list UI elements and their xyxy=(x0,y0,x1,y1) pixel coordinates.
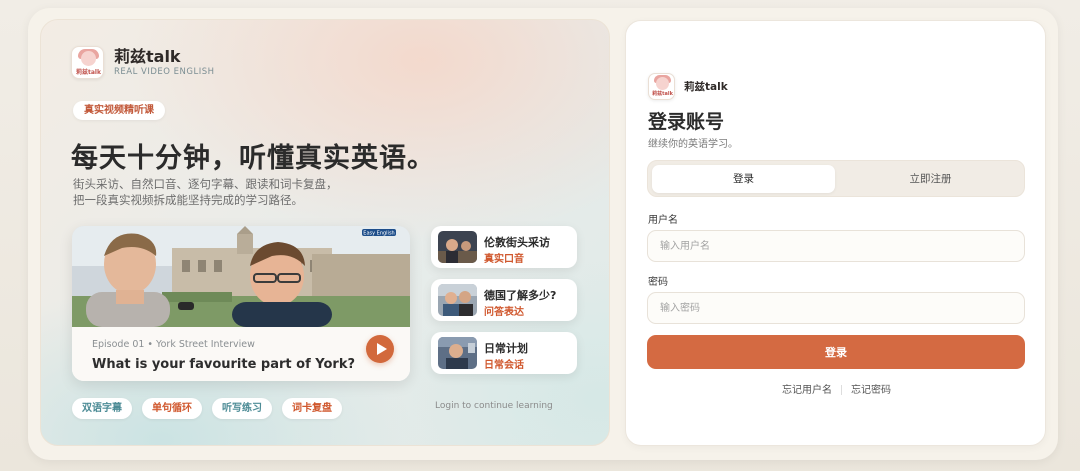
brand-subtitle: REAL VIDEO ENGLISH xyxy=(114,67,215,77)
password-input[interactable] xyxy=(647,292,1025,324)
login-button[interactable]: 登录 xyxy=(647,335,1025,369)
side-video-card[interactable]: 伦敦街头采访 真实口音 xyxy=(431,226,577,268)
episode-label: Episode 01 • York Street Interview xyxy=(92,339,255,350)
tab-login[interactable]: 登录 xyxy=(652,165,835,193)
feature-chip: 单句循环 xyxy=(142,398,202,419)
side-video-title: 伦敦街头采访 xyxy=(484,236,550,249)
play-button[interactable] xyxy=(366,335,394,363)
hero-headline: 每天十分钟，听懂真实英语。 xyxy=(71,143,435,174)
username-input[interactable] xyxy=(647,230,1025,262)
login-panel: 莉兹talk 莉兹talk 登录账号 继续你的英语学习。 登录 立即注册 用户名… xyxy=(625,20,1046,446)
featured-video-card[interactable]: Easy English Episode 01 • York Street In… xyxy=(72,226,410,381)
hero-panel: 莉兹talk 莉兹talk REAL VIDEO ENGLISH 真实视频精听课… xyxy=(40,19,610,446)
username-label: 用户名 xyxy=(648,215,678,226)
forgot-username-link[interactable]: 忘记用户名 xyxy=(782,385,832,396)
login-brand: 莉兹talk 莉兹talk xyxy=(648,73,728,100)
recovery-links: 忘记用户名 忘记密码 xyxy=(626,381,1047,396)
side-video-title: 日常计划 xyxy=(484,342,528,355)
side-video-card[interactable]: 德国了解多少? 问答表达 xyxy=(431,279,577,321)
course-tag: 真实视频精听课 xyxy=(73,101,165,120)
side-video-title: 德国了解多少? xyxy=(484,289,557,302)
page-background: 莉兹talk 莉兹talk REAL VIDEO ENGLISH 真实视频精听课… xyxy=(0,0,1080,471)
login-title: 登录账号 xyxy=(648,111,725,133)
side-video-thumbnail xyxy=(438,337,477,369)
feature-list: 双语字幕 单句循环 听写练习 词卡复盘 xyxy=(72,398,342,419)
side-video-subtitle: 日常会话 xyxy=(484,360,524,371)
tab-register[interactable]: 立即注册 xyxy=(839,165,1022,193)
brand-name: 莉兹talk xyxy=(114,47,181,66)
play-icon xyxy=(376,343,387,355)
brand-header: 莉兹talk 莉兹talk REAL VIDEO ENGLISH xyxy=(71,46,215,79)
side-video-card[interactable]: 日常计划 日常会话 xyxy=(431,332,577,374)
link-divider xyxy=(841,385,842,395)
side-video-subtitle: 问答表达 xyxy=(484,307,524,318)
login-subtitle: 继续你的英语学习。 xyxy=(648,139,738,150)
brand-logo-icon: 莉兹talk xyxy=(71,46,104,79)
brand-logo-icon: 莉兹talk xyxy=(648,73,675,100)
featured-video-thumbnail[interactable]: Easy English xyxy=(72,226,410,327)
side-video-thumbnail xyxy=(438,284,477,316)
hero-description: 街头采访、自然口音、逐句字幕、跟读和词卡复盘， 把一段真实视频拆成能坚持完成的学… xyxy=(73,177,338,207)
side-video-subtitle: 真实口音 xyxy=(484,254,524,265)
video-title: What is your favourite part of York? xyxy=(92,357,356,372)
feature-chip: 双语字幕 xyxy=(72,398,132,419)
auth-tabs: 登录 立即注册 xyxy=(647,160,1025,197)
password-label: 密码 xyxy=(648,277,668,288)
forgot-password-link[interactable]: 忘记密码 xyxy=(851,385,891,396)
feature-chip: 词卡复盘 xyxy=(282,398,342,419)
thumbnail-caption: Easy English xyxy=(363,231,394,237)
feature-chip: 听写练习 xyxy=(212,398,272,419)
side-video-thumbnail xyxy=(438,231,477,263)
login-brand-name: 莉兹talk xyxy=(684,81,728,93)
login-hint: Login to continue learning xyxy=(435,401,553,411)
featured-video-info: Episode 01 • York Street Interview What … xyxy=(72,327,410,381)
